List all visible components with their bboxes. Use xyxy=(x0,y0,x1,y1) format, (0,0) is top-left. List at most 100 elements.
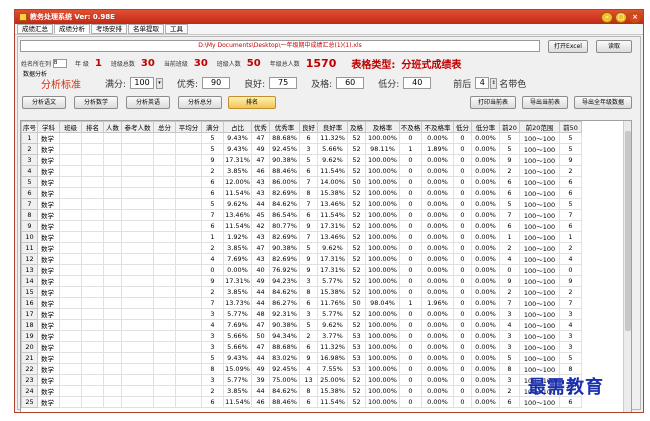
table-cell[interactable]: 52 xyxy=(347,165,366,177)
table-cell[interactable]: 17.31% xyxy=(223,154,252,166)
table-cell[interactable]: 100.00% xyxy=(365,275,400,287)
table-cell[interactable] xyxy=(59,319,82,331)
table-cell[interactable]: 0.00% xyxy=(421,198,454,210)
table-cell[interactable] xyxy=(59,308,82,320)
table-cell[interactable] xyxy=(175,154,202,166)
table-cell[interactable]: 94.23% xyxy=(269,275,300,287)
table-cell[interactable]: 0 xyxy=(399,154,422,166)
table-cell[interactable] xyxy=(153,297,176,309)
table-cell[interactable] xyxy=(103,308,122,320)
table-cell[interactable]: 0.00% xyxy=(471,154,500,166)
chevron-down-icon[interactable]: ▾ xyxy=(156,77,164,89)
table-cell[interactable]: 76.92% xyxy=(269,264,300,276)
table-cell[interactable] xyxy=(153,374,176,386)
table-cell[interactable]: 52 xyxy=(347,374,366,386)
table-cell[interactable]: 80.77% xyxy=(269,220,300,232)
table-cell[interactable]: 0.00% xyxy=(471,385,500,397)
table-cell[interactable] xyxy=(121,220,154,232)
table-cell[interactable]: 6 xyxy=(201,396,224,408)
table-cell[interactable]: 3.85% xyxy=(223,286,252,298)
table-cell[interactable]: 43 xyxy=(251,187,270,199)
table-cell[interactable]: 4 xyxy=(559,253,582,265)
table-cell[interactable] xyxy=(153,253,176,265)
table-row[interactable]: 5 数学 6 12.00% 43 86.00% 7 14.00% 50 100.00% 0 0.00%… xyxy=(21,176,582,188)
table-cell[interactable] xyxy=(59,275,82,287)
table-cell[interactable]: 11.54% xyxy=(223,187,252,199)
table-cell[interactable] xyxy=(153,264,176,276)
table-cell[interactable]: 6 xyxy=(299,341,318,353)
row-index[interactable]: 5 xyxy=(21,176,38,188)
table-cell[interactable] xyxy=(121,165,154,177)
table-cell[interactable] xyxy=(175,374,202,386)
table-cell[interactable]: 3 xyxy=(559,308,582,320)
column-header[interactable]: 人数 xyxy=(103,121,122,133)
table-cell[interactable]: 0 xyxy=(399,264,422,276)
table-cell[interactable]: 0 xyxy=(453,330,472,342)
table-cell[interactable]: 0 xyxy=(453,253,472,265)
table-cell[interactable]: 2 xyxy=(499,242,520,254)
table-cell[interactable]: 6 xyxy=(299,297,318,309)
table-cell[interactable] xyxy=(121,385,154,397)
table-cell[interactable]: 0 xyxy=(399,132,422,144)
table-cell[interactable]: 数学 xyxy=(37,286,60,298)
table-cell[interactable]: 0 xyxy=(453,308,472,320)
table-cell[interactable]: 2 xyxy=(559,242,582,254)
column-header[interactable]: 及格率 xyxy=(365,121,400,133)
table-row[interactable]: 21 数学 5 9.43% 44 83.02% 9 16.98% 53 100.00% 0 0.00%… xyxy=(21,352,582,364)
table-cell[interactable] xyxy=(81,374,104,386)
table-cell[interactable]: 0 xyxy=(399,209,422,221)
table-cell[interactable]: 0.00% xyxy=(471,297,500,309)
table-cell[interactable]: 2 xyxy=(499,385,520,397)
table-cell[interactable]: 94.34% xyxy=(269,330,300,342)
table-cell[interactable] xyxy=(103,165,122,177)
table-cell[interactable]: 4 xyxy=(559,319,582,331)
table-cell[interactable] xyxy=(59,374,82,386)
table-cell[interactable] xyxy=(153,363,176,375)
column-header[interactable]: 前20 xyxy=(499,121,520,133)
table-cell[interactable]: 0.00% xyxy=(421,374,454,386)
table-row[interactable]: 11 数学 2 3.85% 47 90.38% 5 9.62% 52 100.00% 0 0.00% 0… xyxy=(21,242,582,254)
column-header[interactable]: 平均分 xyxy=(175,121,202,133)
table-cell[interactable] xyxy=(153,220,176,232)
row-index[interactable]: 10 xyxy=(21,231,38,243)
export-current-button[interactable]: 导出当前表 xyxy=(522,96,568,109)
table-cell[interactable]: 11.76% xyxy=(317,297,348,309)
table-cell[interactable]: 0 xyxy=(399,253,422,265)
table-cell[interactable] xyxy=(81,319,104,331)
table-cell[interactable] xyxy=(59,396,82,408)
table-cell[interactable]: 9 xyxy=(299,220,318,232)
read-button[interactable]: 读取 xyxy=(596,40,632,53)
table-cell[interactable]: 5.77% xyxy=(223,374,252,386)
table-cell[interactable]: 100～100 xyxy=(519,297,560,309)
table-cell[interactable]: 数学 xyxy=(37,154,60,166)
table-cell[interactable]: 43 xyxy=(251,231,270,243)
table-cell[interactable]: 0.00% xyxy=(471,253,500,265)
table-cell[interactable]: 0.00% xyxy=(421,275,454,287)
column-header[interactable]: 前50 xyxy=(559,121,582,133)
table-cell[interactable]: 47 xyxy=(251,341,270,353)
table-cell[interactable]: 5 xyxy=(499,132,520,144)
table-cell[interactable]: 52 xyxy=(347,308,366,320)
table-cell[interactable]: 52 xyxy=(347,154,366,166)
column-header[interactable]: 占比 xyxy=(223,121,252,133)
table-cell[interactable]: 0 xyxy=(399,363,422,375)
table-cell[interactable]: 3 xyxy=(201,330,224,342)
table-cell[interactable]: 0.00% xyxy=(471,242,500,254)
column-header[interactable]: 良好率 xyxy=(317,121,348,133)
table-cell[interactable]: 数学 xyxy=(37,352,60,364)
table-cell[interactable]: 52 xyxy=(347,319,366,331)
table-cell[interactable]: 0.00% xyxy=(421,286,454,298)
table-cell[interactable]: 88.68% xyxy=(269,341,300,353)
table-cell[interactable] xyxy=(59,209,82,221)
table-cell[interactable]: 82.69% xyxy=(269,187,300,199)
table-cell[interactable]: 0 xyxy=(453,275,472,287)
title-bar[interactable]: 教务处理系统 Ver: 0.98E – □ × xyxy=(15,10,643,24)
tab-score-analysis[interactable]: 成绩分析 xyxy=(54,24,90,34)
table-row[interactable]: 22 数学 8 15.09% 49 92.45% 4 7.55% 53 100.00% 0 0.00%… xyxy=(21,363,582,375)
table-cell[interactable]: 1.92% xyxy=(223,231,252,243)
table-cell[interactable] xyxy=(121,209,154,221)
table-cell[interactable]: 0 xyxy=(453,176,472,188)
table-cell[interactable]: 0 xyxy=(399,341,422,353)
low-score-input[interactable]: 40 xyxy=(403,77,432,89)
table-cell[interactable]: 100.00% xyxy=(365,341,400,353)
